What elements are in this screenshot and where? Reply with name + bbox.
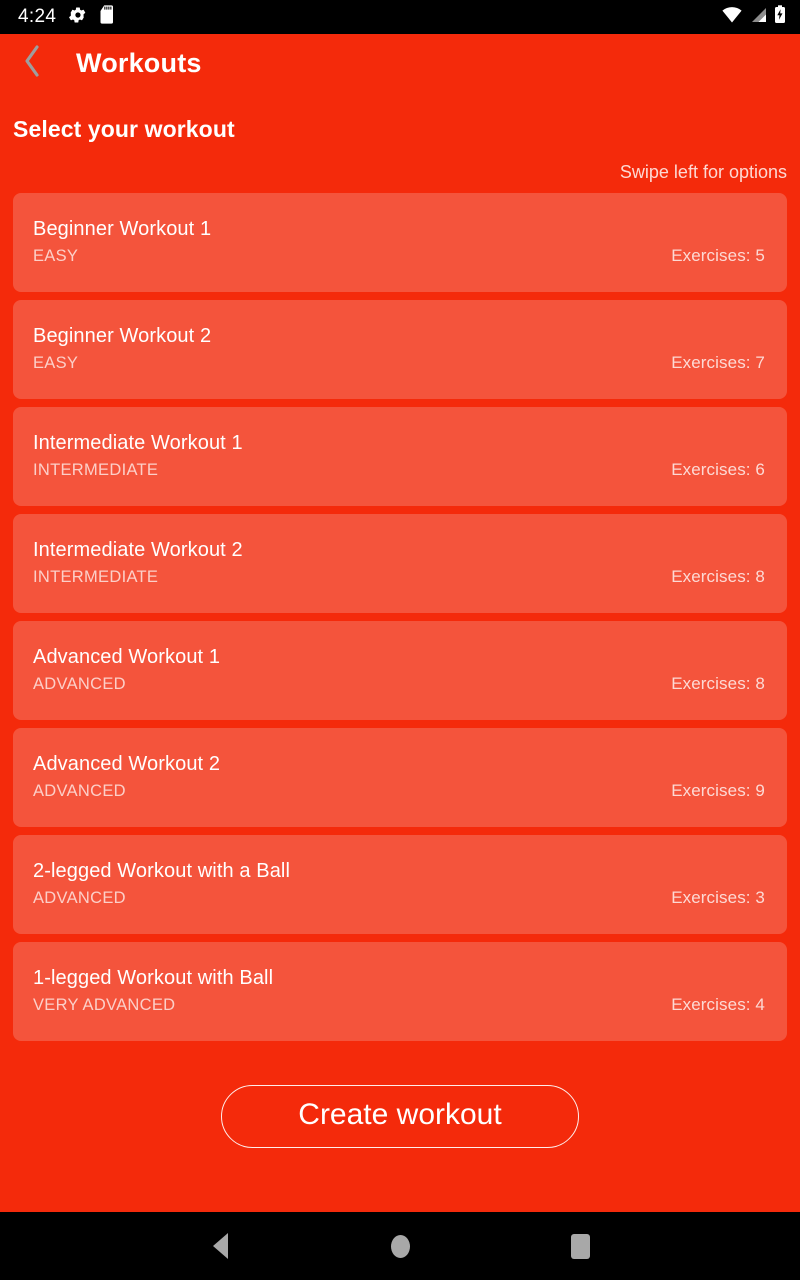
- status-clock: 4:24: [18, 6, 57, 27]
- workout-meta: INTERMEDIATE Exercises: 6: [33, 460, 767, 480]
- app-bar: Workouts: [0, 34, 800, 92]
- swipe-hint: Swipe left for options: [619, 162, 787, 182]
- back-button[interactable]: [10, 41, 54, 85]
- triangle-back-icon: [212, 1233, 228, 1259]
- workout-card[interactable]: 1-legged Workout with Ball VERY ADVANCED…: [13, 942, 787, 1041]
- create-workout-area: Create workout: [0, 1041, 800, 1148]
- workout-meta: INTERMEDIATE Exercises: 8: [33, 567, 767, 587]
- workout-level: EASY: [33, 354, 79, 372]
- workout-card[interactable]: 2-legged Workout with a Ball ADVANCED Ex…: [13, 835, 787, 934]
- section-title: Select your workout: [13, 116, 235, 142]
- workout-title: Advanced Workout 1: [33, 646, 221, 668]
- chevron-left-icon: [21, 44, 43, 83]
- back-nav-button[interactable]: [190, 1216, 250, 1276]
- workouts-screen: 4:24 Workouts Select your workout Swipe …: [0, 0, 800, 1280]
- workout-title: Beginner Workout 2: [33, 325, 212, 347]
- workout-list: Beginner Workout 1 EASY Exercises: 5 Beg…: [0, 193, 800, 1041]
- page-title: Workouts: [76, 47, 202, 78]
- workout-level: ADVANCED: [33, 889, 126, 907]
- workout-title: 1-legged Workout with Ball: [33, 967, 274, 989]
- workout-title: Beginner Workout 1: [33, 218, 212, 240]
- workout-exercise-count: Exercises: 3: [671, 888, 765, 907]
- workout-meta: ADVANCED Exercises: 8: [33, 674, 767, 694]
- sd-card-icon: [100, 5, 114, 29]
- workout-exercise-count: Exercises: 8: [671, 674, 765, 693]
- workout-card[interactable]: Intermediate Workout 2 INTERMEDIATE Exer…: [13, 514, 787, 613]
- workout-meta: ADVANCED Exercises: 9: [33, 781, 767, 801]
- workout-level: EASY: [33, 247, 79, 265]
- workout-meta: ADVANCED Exercises: 3: [33, 888, 767, 908]
- status-bar-right: [722, 5, 786, 29]
- workout-card[interactable]: Intermediate Workout 1 INTERMEDIATE Exer…: [13, 407, 787, 506]
- workout-title: Intermediate Workout 2: [33, 539, 243, 561]
- workout-title: 2-legged Workout with a Ball: [33, 860, 291, 882]
- workout-level: ADVANCED: [33, 675, 126, 693]
- battery-charging-icon: [774, 5, 786, 29]
- recents-nav-button[interactable]: [550, 1216, 610, 1276]
- workout-exercise-count: Exercises: 5: [671, 246, 765, 265]
- workout-card[interactable]: Advanced Workout 2 ADVANCED Exercises: 9: [13, 728, 787, 827]
- cellular-signal-icon: [749, 7, 767, 28]
- workout-meta: EASY Exercises: 7: [33, 353, 767, 373]
- workout-exercise-count: Exercises: 9: [671, 781, 765, 800]
- square-recents-icon: [570, 1233, 590, 1259]
- home-nav-button[interactable]: [370, 1216, 430, 1276]
- workout-level: INTERMEDIATE: [33, 461, 159, 479]
- workout-title: Intermediate Workout 1: [33, 432, 243, 454]
- workout-title: Advanced Workout 2: [33, 753, 221, 775]
- workout-level: VERY ADVANCED: [33, 996, 176, 1014]
- workout-exercise-count: Exercises: 6: [671, 460, 765, 479]
- create-workout-button[interactable]: Create workout: [221, 1085, 579, 1148]
- status-bar: 4:24: [0, 0, 800, 34]
- workout-level: INTERMEDIATE: [33, 568, 159, 586]
- wifi-icon: [722, 6, 742, 28]
- workout-meta: VERY ADVANCED Exercises: 4: [33, 995, 767, 1015]
- workout-exercise-count: Exercises: 7: [671, 353, 765, 372]
- workout-card[interactable]: Beginner Workout 2 EASY Exercises: 7: [13, 300, 787, 399]
- workout-level: ADVANCED: [33, 782, 126, 800]
- workout-exercise-count: Exercises: 4: [671, 995, 765, 1014]
- workout-exercise-count: Exercises: 8: [671, 567, 765, 586]
- circle-home-icon: [390, 1234, 410, 1258]
- workout-card[interactable]: Beginner Workout 1 EASY Exercises: 5: [13, 193, 787, 292]
- workout-card[interactable]: Advanced Workout 1 ADVANCED Exercises: 8: [13, 621, 787, 720]
- workout-meta: EASY Exercises: 5: [33, 246, 767, 266]
- status-bar-left: 4:24: [18, 5, 114, 29]
- gear-icon: [69, 6, 87, 29]
- android-nav-bar: [0, 1212, 800, 1280]
